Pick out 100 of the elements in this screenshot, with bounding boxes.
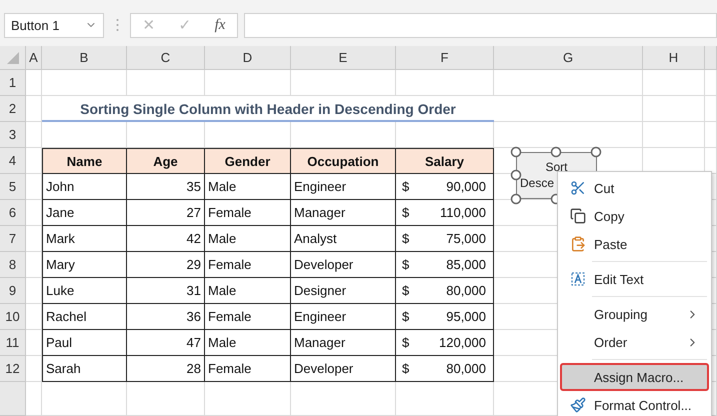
name-box[interactable]: Button 1 <box>4 12 104 38</box>
table-cell: 29 <box>127 252 205 278</box>
currency-symbol: $ <box>402 309 410 324</box>
table-cell: Analyst <box>291 226 396 252</box>
menu-item[interactable]: Copy <box>560 202 709 230</box>
table-header: Salary <box>396 148 494 174</box>
column-header[interactable] <box>705 46 717 70</box>
empty-cell[interactable] <box>26 96 42 122</box>
table-cell: Paul <box>42 330 127 356</box>
salary-amount: 90,000 <box>446 179 486 194</box>
table-cell: Engineer <box>291 304 396 330</box>
clipboard-icon <box>570 236 586 252</box>
formula-bar[interactable] <box>244 12 717 38</box>
table-cell: Mark <box>42 226 127 252</box>
table-cell: Luke <box>42 278 127 304</box>
column-header[interactable]: A <box>26 46 42 70</box>
table-cell: Jane <box>42 200 127 226</box>
paintbrush-icon <box>570 397 586 413</box>
empty-cell[interactable] <box>205 70 291 96</box>
empty-cell[interactable] <box>643 70 705 96</box>
column-header[interactable]: G <box>494 46 643 70</box>
table-cell: Manager <box>291 200 396 226</box>
table-cell: Female <box>205 304 291 330</box>
salary-amount: 110,000 <box>440 205 486 220</box>
row-header[interactable] <box>0 382 26 416</box>
empty-cell[interactable] <box>494 96 643 122</box>
column-header[interactable]: H <box>643 46 705 70</box>
column-header[interactable]: D <box>205 46 291 70</box>
salary-amount: 80,000 <box>446 361 486 376</box>
row-header[interactable]: 4 <box>0 148 26 174</box>
currency-symbol: $ <box>402 283 410 298</box>
row-header[interactable]: 2 <box>0 96 26 122</box>
menu-item[interactable]: Assign Macro... <box>560 363 709 391</box>
empty-cell[interactable] <box>643 122 705 148</box>
table-cell: 35 <box>127 174 205 200</box>
table-cell: Developer <box>291 252 396 278</box>
insert-function-button[interactable]: fx <box>214 16 226 34</box>
empty-cell[interactable] <box>26 122 42 148</box>
salary-amount: 80,000 <box>446 283 486 298</box>
column-header[interactable]: C <box>127 46 205 70</box>
menu-item[interactable]: Paste <box>560 230 709 258</box>
table-cell: Male <box>205 278 291 304</box>
table-cell: Designer <box>291 278 396 304</box>
empty-cell[interactable] <box>494 70 643 96</box>
scissors-icon <box>570 180 586 196</box>
table-cell: Female <box>205 356 291 382</box>
table-cell: Rachel <box>42 304 127 330</box>
copy-icon <box>570 208 586 224</box>
empty-cell[interactable] <box>291 70 396 96</box>
salary-amount: 75,000 <box>446 231 486 246</box>
name-box-value: Button 1 <box>11 18 60 32</box>
currency-symbol: $ <box>402 361 410 376</box>
table-cell: Engineer <box>291 174 396 200</box>
select-all-icon[interactable] <box>6 52 18 64</box>
empty-cell[interactable] <box>42 70 127 96</box>
sheet-title: Sorting Single Column with Header in Descending Order <box>42 96 494 122</box>
currency-symbol: $ <box>402 205 410 220</box>
menu-item[interactable]: Order <box>560 328 709 356</box>
empty-cell[interactable] <box>127 70 205 96</box>
table-cell: 42 <box>127 226 205 252</box>
currency-symbol: $ <box>402 335 410 350</box>
empty-cell[interactable] <box>643 96 705 122</box>
empty-cell[interactable] <box>705 122 717 148</box>
table-cell: 36 <box>127 304 205 330</box>
row-header[interactable]: 1 <box>0 70 26 96</box>
row-header[interactable]: 3 <box>0 122 26 148</box>
table-header: Occupation <box>291 148 396 174</box>
menu-item[interactable]: Format Control... <box>560 391 709 416</box>
row-header[interactable]: 10 <box>0 304 26 330</box>
row-header[interactable]: 8 <box>0 252 26 278</box>
row-header[interactable]: 7 <box>0 226 26 252</box>
table-cell: 47 <box>127 330 205 356</box>
currency-symbol: $ <box>402 179 410 194</box>
row-header[interactable]: 5 <box>0 174 26 200</box>
table-cell: Mary <box>42 252 127 278</box>
grip-icon <box>116 18 118 32</box>
empty-cell[interactable] <box>396 70 494 96</box>
menu-item[interactable]: Edit Text <box>560 265 709 293</box>
table-cell: 31 <box>127 278 205 304</box>
table-cell: 28 <box>127 356 205 382</box>
empty-cell[interactable] <box>705 96 717 122</box>
currency-symbol: $ <box>402 231 410 246</box>
table-header: Name <box>42 148 127 174</box>
table-cell: John <box>42 174 127 200</box>
salary-amount: 95,000 <box>446 309 486 324</box>
table-cell: Manager <box>291 330 396 356</box>
column-header[interactable]: B <box>42 46 127 70</box>
empty-cell[interactable] <box>26 382 42 416</box>
salary-amount: 120,000 <box>439 335 486 350</box>
menu-item[interactable]: Grouping <box>560 300 709 328</box>
table-cell: Male <box>205 226 291 252</box>
row-header[interactable]: 6 <box>0 200 26 226</box>
column-header[interactable]: E <box>291 46 396 70</box>
row-header[interactable]: 11 <box>0 330 26 356</box>
row-header[interactable]: 9 <box>0 278 26 304</box>
column-header[interactable]: F <box>396 46 494 70</box>
row-header[interactable]: 12 <box>0 356 26 382</box>
table-header: Gender <box>205 148 291 174</box>
text-box-icon <box>570 271 586 287</box>
table-cell: Developer <box>291 356 396 382</box>
